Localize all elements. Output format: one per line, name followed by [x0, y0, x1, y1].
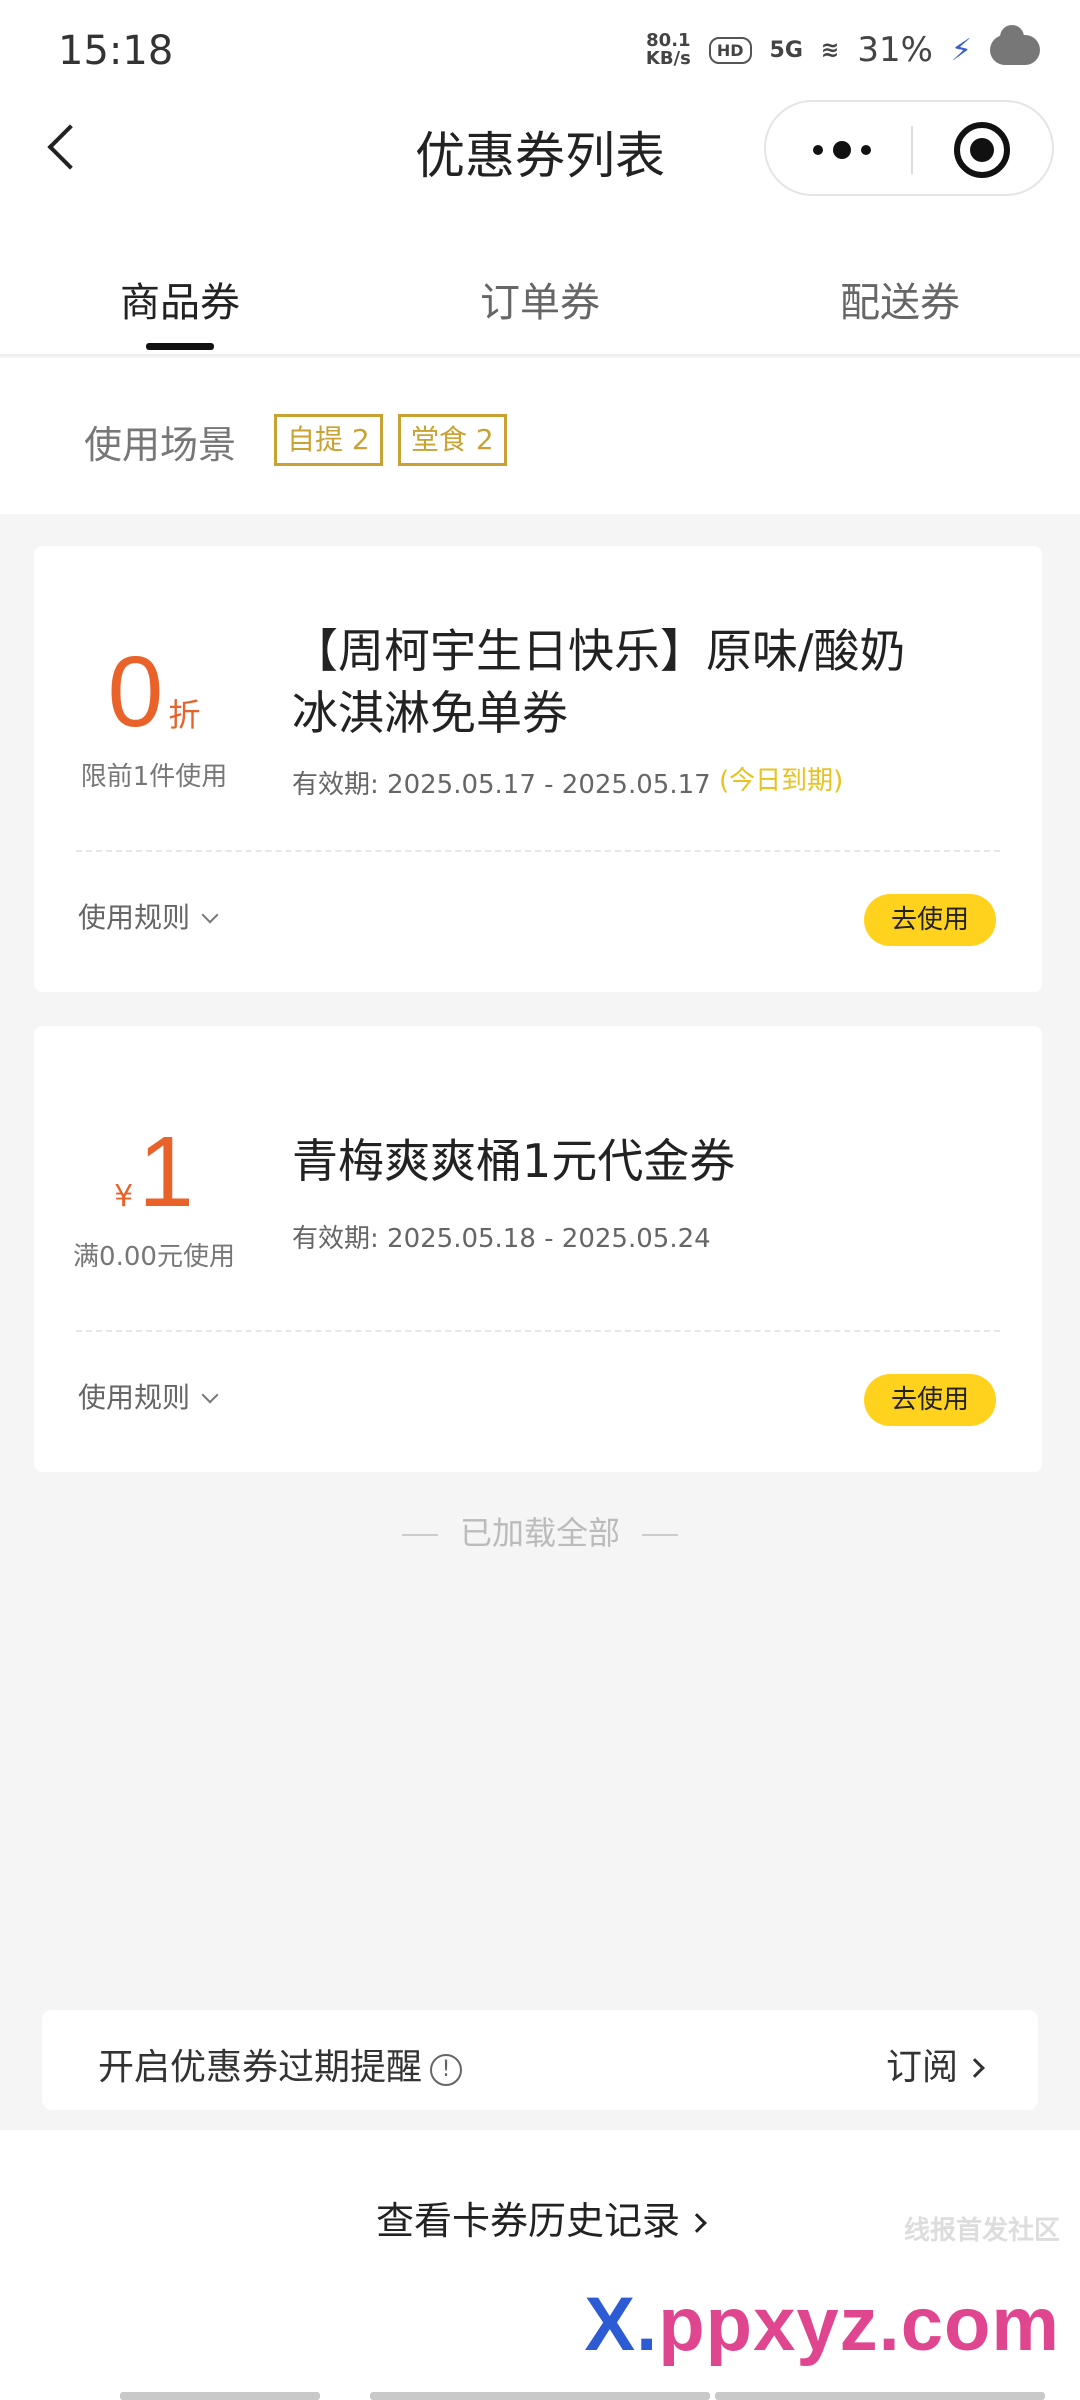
scene-label: 使用场景	[84, 423, 237, 467]
nav-bar: 优惠券列表	[0, 100, 1080, 240]
chevron-down-icon	[201, 1386, 219, 1404]
tab-delivery-coupons[interactable]: 配送券	[720, 240, 1080, 354]
subscribe-button[interactable]: 订阅	[886, 2038, 985, 2090]
coupon-title: 【周柯宇生日快乐】原味/酸奶冰淇淋免单券	[292, 624, 906, 740]
coupon-unit: 折	[168, 696, 201, 734]
wifi-icon: ≋	[820, 37, 840, 63]
chevron-down-icon	[201, 906, 219, 924]
coupon-condition: 限前1件使用	[80, 762, 228, 792]
scene-filter: 使用场景 自提 2 堂食 2	[0, 358, 1080, 514]
home-indicator	[370, 2392, 710, 2400]
scene-tag-dine-in[interactable]: 堂食 2	[398, 414, 507, 466]
miniprogram-capsule	[764, 100, 1054, 196]
coupon-validity: 有效期: 2025.05.18 - 2025.05.24	[292, 1224, 711, 1254]
info-icon[interactable]: !	[430, 2054, 463, 2086]
home-indicator	[715, 2392, 1045, 2400]
more-icon[interactable]	[802, 138, 882, 162]
coupon-tabs: 商品券 订单券 配送券	[0, 240, 1080, 356]
watermark-logo: X.ppxyz.com	[584, 2282, 1060, 2367]
watermark: 线报首发社区 X.ppxyz.com	[584, 2210, 1060, 2368]
usage-rules-toggle[interactable]: 使用规则	[78, 896, 219, 936]
reminder-text: 开启优惠券过期提醒!	[98, 2038, 463, 2090]
battery-level: 31%	[857, 30, 933, 70]
coupon-value-block: ¥ 1 满0.00元使用	[34, 1122, 274, 1273]
bottom-panel: 查看卡券历史记录 线报首发社区 X.ppxyz.com	[0, 2130, 1080, 2400]
watermark-caption: 线报首发社区	[903, 2216, 1060, 2246]
expire-today-tag: (今日到期)	[718, 766, 844, 796]
status-time: 15:18	[58, 28, 174, 74]
status-bar: 15:18 80.1 KB/s HD 5G ≋ 31% ⚡	[0, 0, 1080, 100]
coupon-condition: 满0.00元使用	[73, 1242, 235, 1272]
charging-bolt-icon: ⚡	[950, 32, 972, 68]
coupon-value: 0	[107, 636, 164, 748]
coupon-value-block: 0 折 限前1件使用	[34, 642, 274, 793]
capsule-divider	[911, 126, 913, 174]
cloud-icon	[990, 25, 1040, 65]
card-divider	[76, 850, 1000, 852]
tab-product-coupons[interactable]: 商品券	[0, 240, 360, 354]
coupon-title: 青梅爽爽桶1元代金券	[292, 1134, 736, 1188]
coupon-value: 1	[138, 1116, 194, 1228]
chevron-right-icon	[965, 2058, 985, 2078]
tab-order-coupons[interactable]: 订单券	[360, 240, 720, 354]
coupon-validity: 有效期: 2025.05.17 - 2025.05.17 (今日到期)	[292, 766, 844, 800]
coupon-card: ¥ 1 满0.00元使用 青梅爽爽桶1元代金券 有效期: 2025.05.18 …	[34, 1026, 1042, 1472]
home-indicator	[120, 2392, 320, 2400]
coupon-unit: ¥	[114, 1179, 134, 1214]
use-coupon-button[interactable]: 去使用	[864, 1374, 996, 1426]
list-end-indicator: 已加载全部	[0, 1508, 1080, 1554]
signal-5g-icon: 5G	[769, 37, 803, 63]
expiry-reminder-bar: 开启优惠券过期提醒! 订阅	[42, 2010, 1038, 2110]
status-icons: 80.1 KB/s HD 5G ≋ 31% ⚡	[645, 25, 1040, 70]
network-speed: 80.1 KB/s	[645, 30, 691, 69]
usage-rules-toggle[interactable]: 使用规则	[78, 1376, 219, 1416]
hd-icon: HD	[708, 36, 752, 64]
coupon-card: 0 折 限前1件使用 【周柯宇生日快乐】原味/酸奶冰淇淋免单券 有效期: 202…	[34, 546, 1042, 992]
use-coupon-button[interactable]: 去使用	[864, 894, 996, 946]
active-tab-indicator	[146, 343, 214, 350]
card-divider	[76, 1330, 1000, 1332]
scene-tag-pickup[interactable]: 自提 2	[274, 414, 383, 466]
close-miniprogram-icon[interactable]	[954, 122, 1010, 178]
